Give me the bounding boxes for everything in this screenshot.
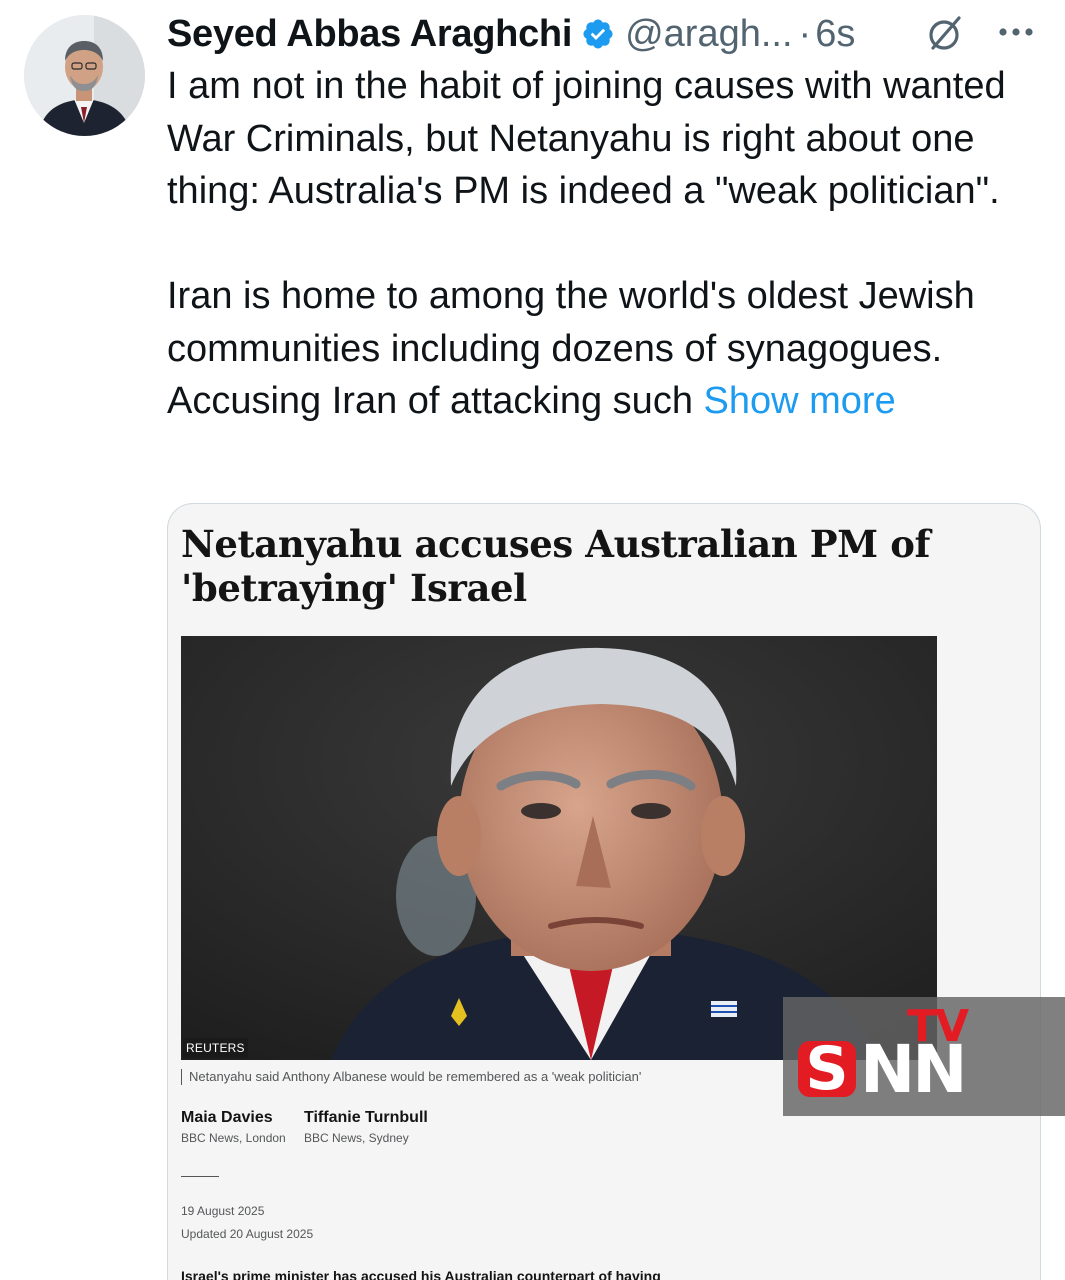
- byline-divider: [181, 1176, 219, 1177]
- author-name[interactable]: Seyed Abbas Araghchi: [167, 13, 572, 56]
- article-lede: Israel's prime minister has accused his …: [181, 1268, 661, 1280]
- article-headline: Netanyahu accuses Australian PM of 'betr…: [181, 522, 931, 610]
- verified-badge-icon: [581, 17, 615, 51]
- author-avatar[interactable]: [24, 15, 145, 136]
- tweet-paragraph-2: Iran is home to among the world's oldest…: [167, 270, 1047, 428]
- author-2-name: Tiffanie Turnbull: [304, 1109, 428, 1126]
- tweet-header: Seyed Abbas Araghchi @aragh... · 6s: [167, 8, 1045, 60]
- watermark-nn: NN: [860, 1031, 967, 1108]
- more-options-icon[interactable]: [995, 20, 1037, 44]
- avatar-photo: [24, 15, 145, 136]
- tweet-paragraph-1: I am not in the habit of joining causes …: [167, 65, 1006, 212]
- header-separator: ·: [798, 12, 812, 55]
- byline-author-1: Maia Davies BBC News, London: [181, 1107, 286, 1147]
- author-handle[interactable]: @aragh...: [625, 13, 792, 56]
- snn-tv-watermark: TV S NN: [783, 997, 1065, 1116]
- author-2-org: BBC News, Sydney: [304, 1131, 409, 1145]
- author-1-name: Maia Davies: [181, 1109, 273, 1126]
- byline-author-2: Tiffanie Turnbull BBC News, Sydney: [304, 1107, 428, 1147]
- attached-image-card[interactable]: Netanyahu accuses Australian PM of 'betr…: [167, 503, 1041, 1280]
- grok-icon[interactable]: [925, 14, 965, 54]
- watermark-s: S: [798, 1039, 856, 1099]
- tweet-body: I am not in the habit of joining causes …: [167, 60, 1047, 428]
- photo-credit: REUTERS: [183, 1038, 248, 1058]
- tweet-timestamp[interactable]: 6s: [815, 13, 855, 56]
- photo-caption: Netanyahu said Anthony Albanese would be…: [181, 1069, 641, 1085]
- author-1-org: BBC News, London: [181, 1131, 286, 1145]
- published-date: 19 August 2025: [181, 1204, 265, 1218]
- show-more-link[interactable]: Show more: [704, 380, 896, 422]
- updated-date: Updated 20 August 2025: [181, 1227, 314, 1241]
- tweet-screenshot: Seyed Abbas Araghchi @aragh... · 6s I am…: [0, 0, 1065, 1280]
